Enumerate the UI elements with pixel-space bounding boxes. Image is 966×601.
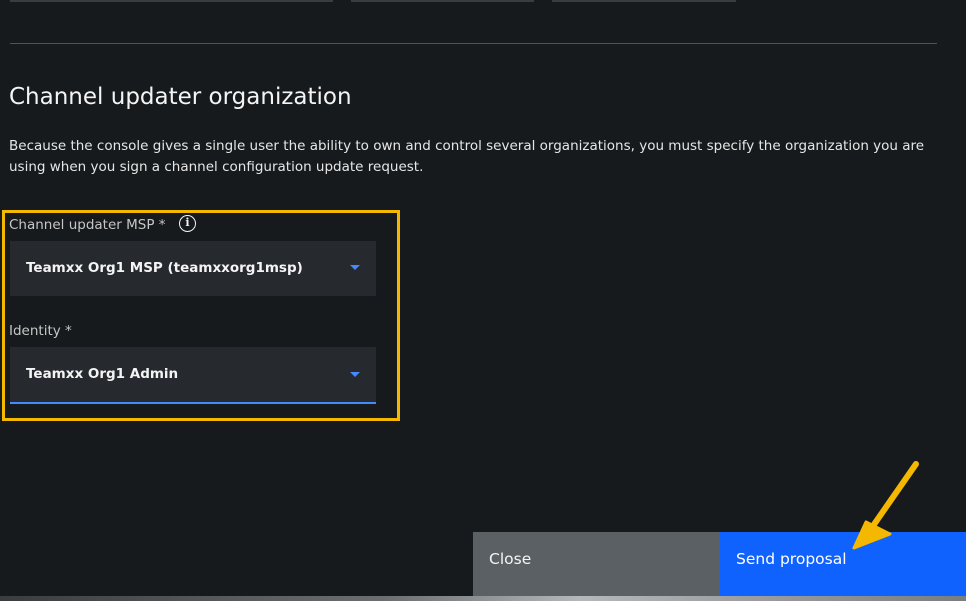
send-proposal-button[interactable]: Send proposal xyxy=(720,532,966,596)
section-description: Because the console gives a single user … xyxy=(9,138,925,175)
previous-field-edge xyxy=(552,0,736,2)
msp-selected-value: Teamxx Org1 MSP (teamxxorg1msp) xyxy=(26,260,303,276)
section-title: Channel updater organization xyxy=(9,84,352,110)
previous-field-edge xyxy=(351,0,534,2)
channel-updater-msp-label: Channel updater MSP * xyxy=(9,217,166,233)
identity-selected-value: Teamxx Org1 Admin xyxy=(26,366,179,382)
bottom-edge xyxy=(0,596,966,601)
section-divider xyxy=(10,43,937,44)
chevron-down-icon xyxy=(350,372,360,377)
identity-select[interactable]: Teamxx Org1 Admin xyxy=(10,347,376,404)
chevron-down-icon xyxy=(350,265,360,270)
channel-updater-msp-select[interactable]: Teamxx Org1 MSP (teamxxorg1msp) xyxy=(10,241,376,296)
close-button[interactable]: Close xyxy=(473,532,720,596)
identity-label: Identity * xyxy=(9,323,72,339)
info-icon[interactable]: i xyxy=(179,215,196,232)
previous-field-edge xyxy=(10,0,333,2)
arrow-annotation-icon xyxy=(852,461,919,550)
